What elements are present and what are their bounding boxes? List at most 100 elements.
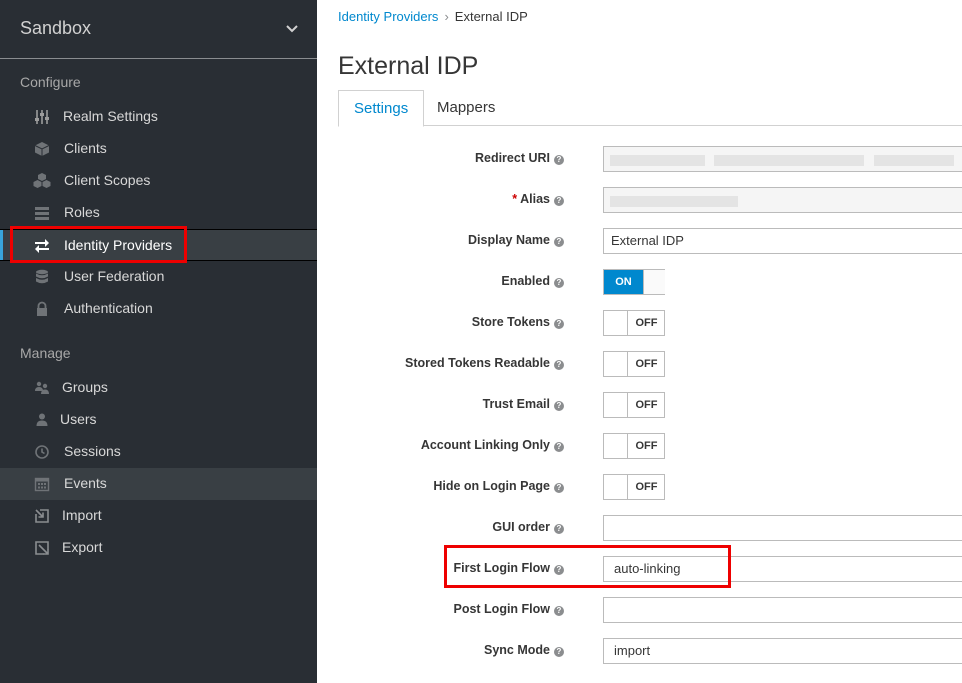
help-icon[interactable]: ?	[554, 319, 564, 329]
sidebar-item-groups[interactable]: Groups	[0, 372, 317, 404]
lock-icon	[37, 301, 47, 316]
realm-selector[interactable]: Sandbox	[0, 0, 317, 59]
help-icon[interactable]: ?	[554, 524, 564, 534]
tab-bar: Settings Mappers	[338, 90, 962, 127]
user-icon	[36, 413, 48, 426]
label-text: Enabled	[501, 274, 550, 288]
sidebar-item-roles[interactable]: Roles	[0, 197, 317, 229]
toggle-handle	[643, 270, 665, 294]
form-row-gui-order: GUI order?	[317, 515, 962, 541]
sidebar-item-label: Client Scopes	[64, 172, 151, 188]
sidebar-item-label: Roles	[64, 204, 100, 220]
toggle-state: OFF	[627, 475, 665, 499]
label-text: Account Linking Only	[420, 438, 550, 452]
help-icon[interactable]: ?	[554, 647, 564, 657]
label-text: Hide on Login Page	[433, 479, 550, 493]
redacted-text	[874, 155, 954, 166]
post-login-flow-select[interactable]	[603, 597, 962, 623]
form-label: Display Name?	[468, 233, 564, 247]
breadcrumb-current: External IDP	[454, 9, 528, 24]
cube-icon	[34, 142, 50, 156]
gui-order-field[interactable]	[603, 515, 962, 541]
enabled-toggle[interactable]: ON	[603, 269, 665, 295]
sidebar-item-label: Import	[62, 507, 102, 523]
sidebar-item-authentication[interactable]: Authentication	[0, 293, 317, 325]
store-tokens-toggle[interactable]: OFF	[603, 310, 665, 336]
page-title: External IDP	[338, 52, 479, 80]
app-root: Sandbox Configure Realm Settings Clients…	[0, 0, 962, 683]
redacted-text	[610, 196, 738, 207]
form-row-trust-email: Trust Email? OFF	[317, 392, 962, 418]
alias-field[interactable]	[603, 187, 962, 213]
form-row-alias: * Alias?	[317, 187, 962, 213]
sidebar-item-label: Clients	[64, 140, 107, 156]
main-content: Identity Providers › External IDP External…	[317, 0, 962, 683]
toggle-state: OFF	[627, 311, 665, 335]
sidebar-item-export[interactable]: Export	[0, 532, 317, 564]
label-text: Sync Mode	[484, 643, 550, 657]
sidebar-item-label: User Federation	[64, 268, 165, 284]
sliders-icon	[35, 110, 49, 124]
breadcrumb-link-identity-providers[interactable]: Identity Providers	[338, 9, 438, 24]
redacted-text	[610, 155, 705, 166]
help-icon[interactable]: ?	[554, 483, 564, 493]
form-row-redirect-uri: Redirect URI?	[317, 146, 962, 172]
sidebar-item-sessions[interactable]: Sessions	[0, 436, 317, 468]
trust-email-toggle[interactable]: OFF	[603, 392, 665, 418]
redacted-text	[714, 155, 864, 166]
section-manage: Manage	[20, 345, 71, 361]
form-row-hide-on-login-page: Hide on Login Page? OFF	[317, 474, 962, 500]
sidebar-item-users[interactable]: Users	[0, 404, 317, 436]
form-row-enabled: Enabled? ON	[317, 269, 962, 295]
sidebar-item-label: Export	[62, 539, 103, 555]
help-icon[interactable]: ?	[554, 196, 564, 206]
section-configure: Configure	[20, 74, 81, 90]
export-icon	[35, 541, 49, 555]
highlight-box-first-login-flow	[444, 545, 731, 588]
display-name-field[interactable]: External IDP	[603, 228, 962, 254]
import-icon	[35, 509, 49, 523]
sidebar-item-clients[interactable]: Clients	[0, 133, 317, 165]
form-row-stored-tokens-readable: Stored Tokens Readable? OFF	[317, 351, 962, 377]
chevron-down-icon	[286, 25, 298, 33]
sidebar-item-label: Sessions	[64, 443, 121, 459]
form-row-account-linking-only: Account Linking Only? OFF	[317, 433, 962, 459]
sidebar-item-user-federation[interactable]: User Federation	[0, 261, 317, 293]
help-icon[interactable]: ?	[554, 237, 564, 247]
breadcrumb: Identity Providers › External IDP	[338, 9, 528, 24]
help-icon[interactable]: ?	[554, 606, 564, 616]
clock-icon	[35, 445, 49, 459]
database-icon	[36, 269, 48, 284]
redirect-uri-field[interactable]	[603, 146, 962, 172]
help-icon[interactable]: ?	[554, 442, 564, 452]
form-label: * Alias?	[512, 192, 564, 206]
label-text: Alias	[520, 192, 550, 206]
account-linking-only-toggle[interactable]: OFF	[603, 433, 665, 459]
help-icon[interactable]: ?	[554, 401, 564, 411]
help-icon[interactable]: ?	[554, 155, 564, 165]
hide-on-login-page-toggle[interactable]: OFF	[603, 474, 665, 500]
label-text: Trust Email	[482, 397, 550, 411]
sidebar-item-import[interactable]: Import	[0, 500, 317, 532]
tab-mappers[interactable]: Mappers	[422, 90, 510, 126]
sidebar-item-client-scopes[interactable]: Client Scopes	[0, 165, 317, 197]
label-text: GUI order	[492, 520, 550, 534]
form-row-sync-mode: Sync Mode? import	[317, 638, 962, 664]
label-text: Stored Tokens Readable	[405, 356, 550, 370]
label-text: Display Name	[468, 233, 550, 247]
sidebar-item-events[interactable]: Events	[0, 468, 317, 500]
sidebar-item-label: Events	[64, 475, 107, 491]
tab-settings[interactable]: Settings	[338, 90, 425, 127]
realm-name: Sandbox	[20, 18, 92, 38]
form-row-post-login-flow: Post Login Flow?	[317, 597, 962, 623]
sync-mode-select[interactable]: import	[603, 638, 962, 664]
sidebar-item-realm-settings[interactable]: Realm Settings	[0, 101, 317, 133]
label-text: Redirect URI	[474, 151, 550, 165]
form-row-store-tokens: Store Tokens? OFF	[317, 310, 962, 336]
required-mark: *	[512, 192, 518, 206]
stored-tokens-readable-toggle[interactable]: OFF	[603, 351, 665, 377]
toggle-state: OFF	[627, 434, 665, 458]
help-icon[interactable]: ?	[554, 360, 564, 370]
help-icon[interactable]: ?	[554, 278, 564, 288]
cubes-icon	[33, 173, 51, 188]
